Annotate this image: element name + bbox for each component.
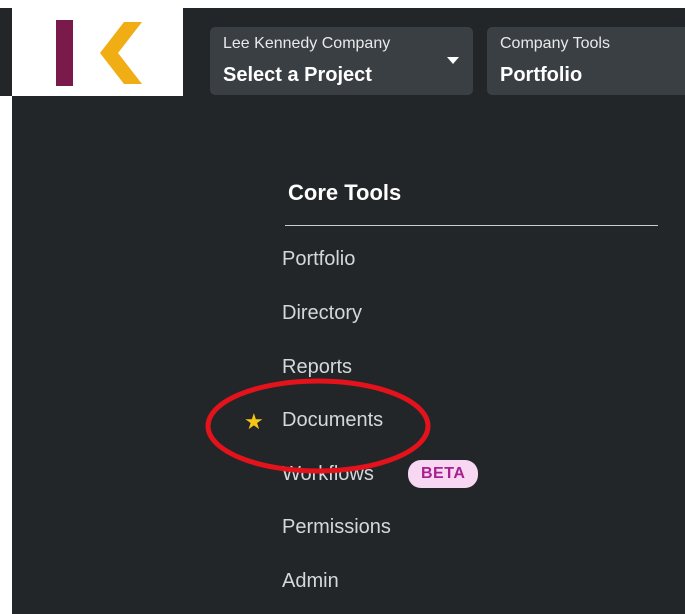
beta-badge: BETA [408,460,479,488]
menu-divider [285,225,658,226]
project-selector[interactable]: Lee Kennedy Company Select a Project [210,27,473,95]
menu-item-portfolio[interactable]: Portfolio [282,248,355,271]
menu-item-directory[interactable]: Directory [282,302,362,325]
project-selector-value: Select a Project [223,64,372,86]
logo-icon [56,20,142,86]
tools-selector-value: Portfolio [500,64,583,86]
menu-item-permissions[interactable]: Permissions [282,516,391,539]
caret-down-icon [447,57,459,64]
menu-item-admin[interactable]: Admin [282,570,339,593]
tools-selector-label: Company Tools [500,35,610,52]
company-logo[interactable] [12,8,183,96]
menu-item-documents[interactable]: Documents [282,409,383,432]
tools-selector[interactable]: Company Tools Portfolio [487,27,685,95]
menu-heading: Core Tools [288,180,402,205]
company-name: Lee Kennedy Company [223,35,391,52]
tools-menu: Core Tools Portfolio Directory Reports ★… [12,96,685,614]
star-icon[interactable]: ★ [244,409,264,435]
menu-item-workflows[interactable]: Workflows [282,463,374,486]
menu-item-reports[interactable]: Reports [282,356,352,379]
